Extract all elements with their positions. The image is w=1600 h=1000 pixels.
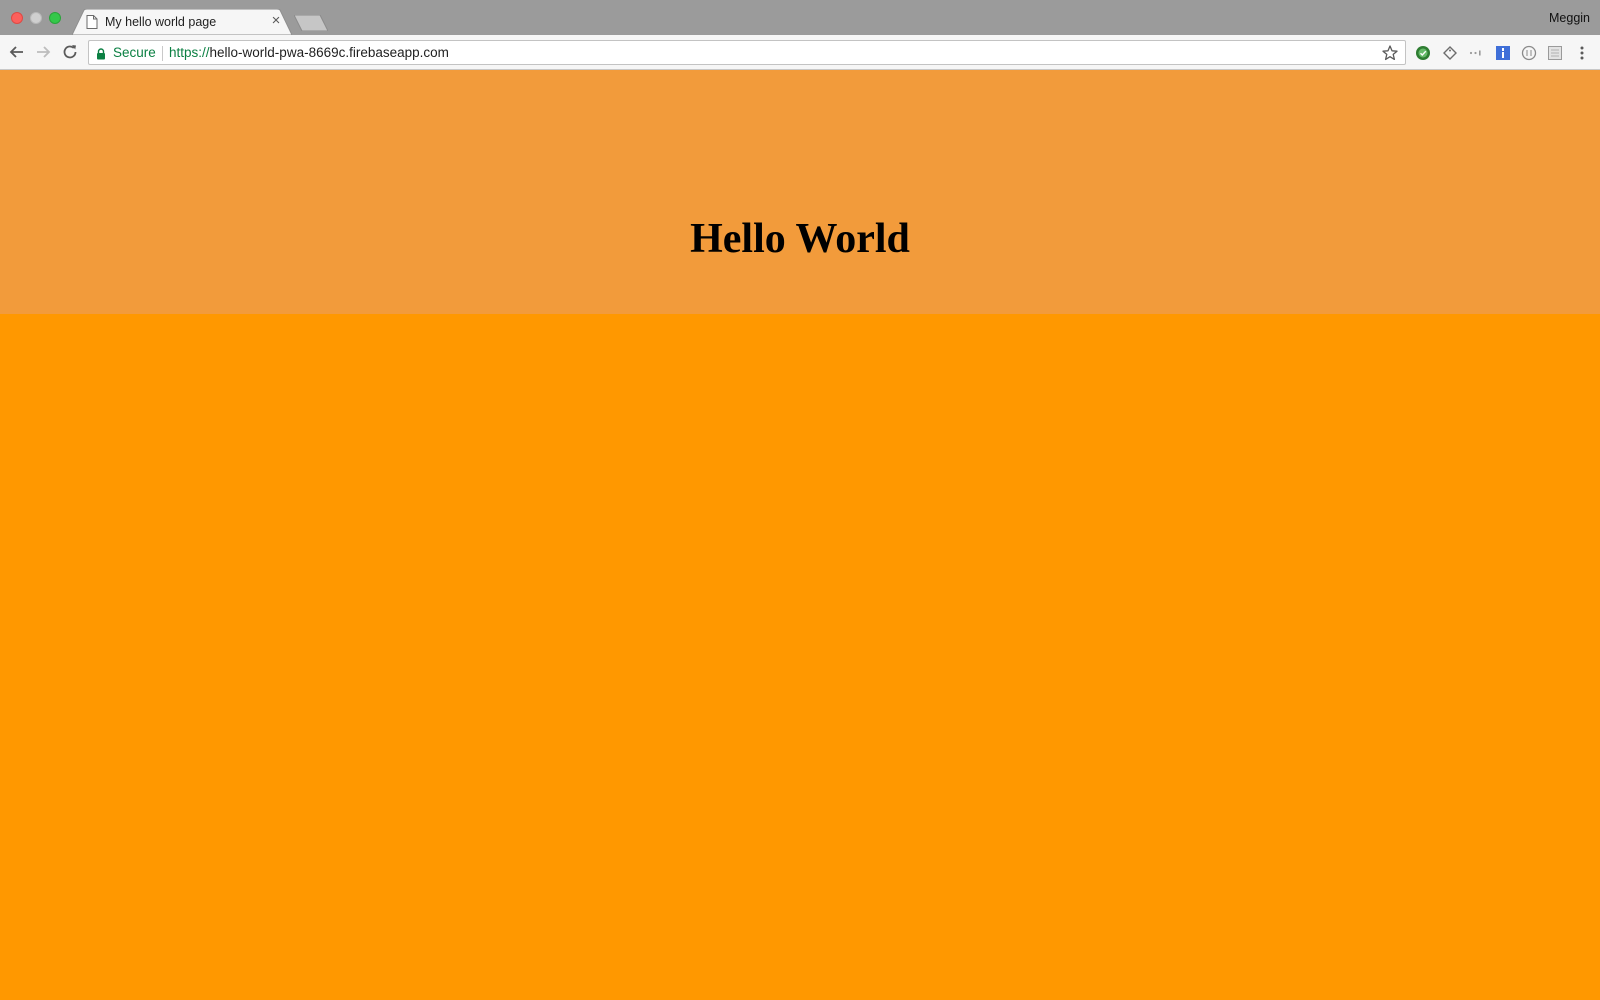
arrow-right-icon[interactable] <box>33 42 53 62</box>
green-check-extension-icon[interactable] <box>1414 44 1432 62</box>
circle-extension-icon[interactable] <box>1520 44 1538 62</box>
star-icon[interactable] <box>1381 44 1399 62</box>
browser-tab[interactable]: My hello world page × <box>72 9 292 35</box>
page-title: Hello World <box>690 216 910 262</box>
lock-icon[interactable] <box>96 47 106 60</box>
secure-label[interactable]: Secure <box>113 45 156 60</box>
url-host: hello-world-pwa-8669c.firebaseapp.com <box>209 45 449 60</box>
arrow-left-icon[interactable] <box>7 42 27 62</box>
document-icon <box>86 15 98 29</box>
window-maximize-button[interactable] <box>49 12 61 24</box>
tag-extension-icon[interactable] <box>1441 44 1459 62</box>
header-band <box>0 70 1600 314</box>
new-tab-button[interactable] <box>294 15 328 31</box>
url-text[interactable]: https://hello-world-pwa-8669c.firebaseap… <box>169 45 449 60</box>
kebab-menu-icon[interactable] <box>1573 44 1591 62</box>
address-bar[interactable]: Secure https://hello-world-pwa-8669c.fir… <box>88 40 1406 65</box>
profile-name[interactable]: Meggin <box>1549 11 1590 25</box>
blue-extension-icon[interactable] <box>1494 44 1512 62</box>
grid-extension-icon[interactable] <box>1546 44 1564 62</box>
page-content: Hello World <box>0 70 1600 1000</box>
tab-title: My hello world page <box>105 15 217 29</box>
url-separator <box>162 46 163 61</box>
tab-close-icon[interactable]: × <box>268 13 284 29</box>
dots-extension-icon[interactable] <box>1467 44 1485 62</box>
browser-toolbar: Secure https://hello-world-pwa-8669c.fir… <box>0 35 1600 70</box>
url-scheme: https:// <box>169 45 210 60</box>
reload-icon[interactable] <box>60 42 80 62</box>
tab-strip: My hello world page × Meggin <box>0 0 1600 35</box>
window-minimize-button[interactable] <box>30 12 42 24</box>
window-close-button[interactable] <box>11 12 23 24</box>
